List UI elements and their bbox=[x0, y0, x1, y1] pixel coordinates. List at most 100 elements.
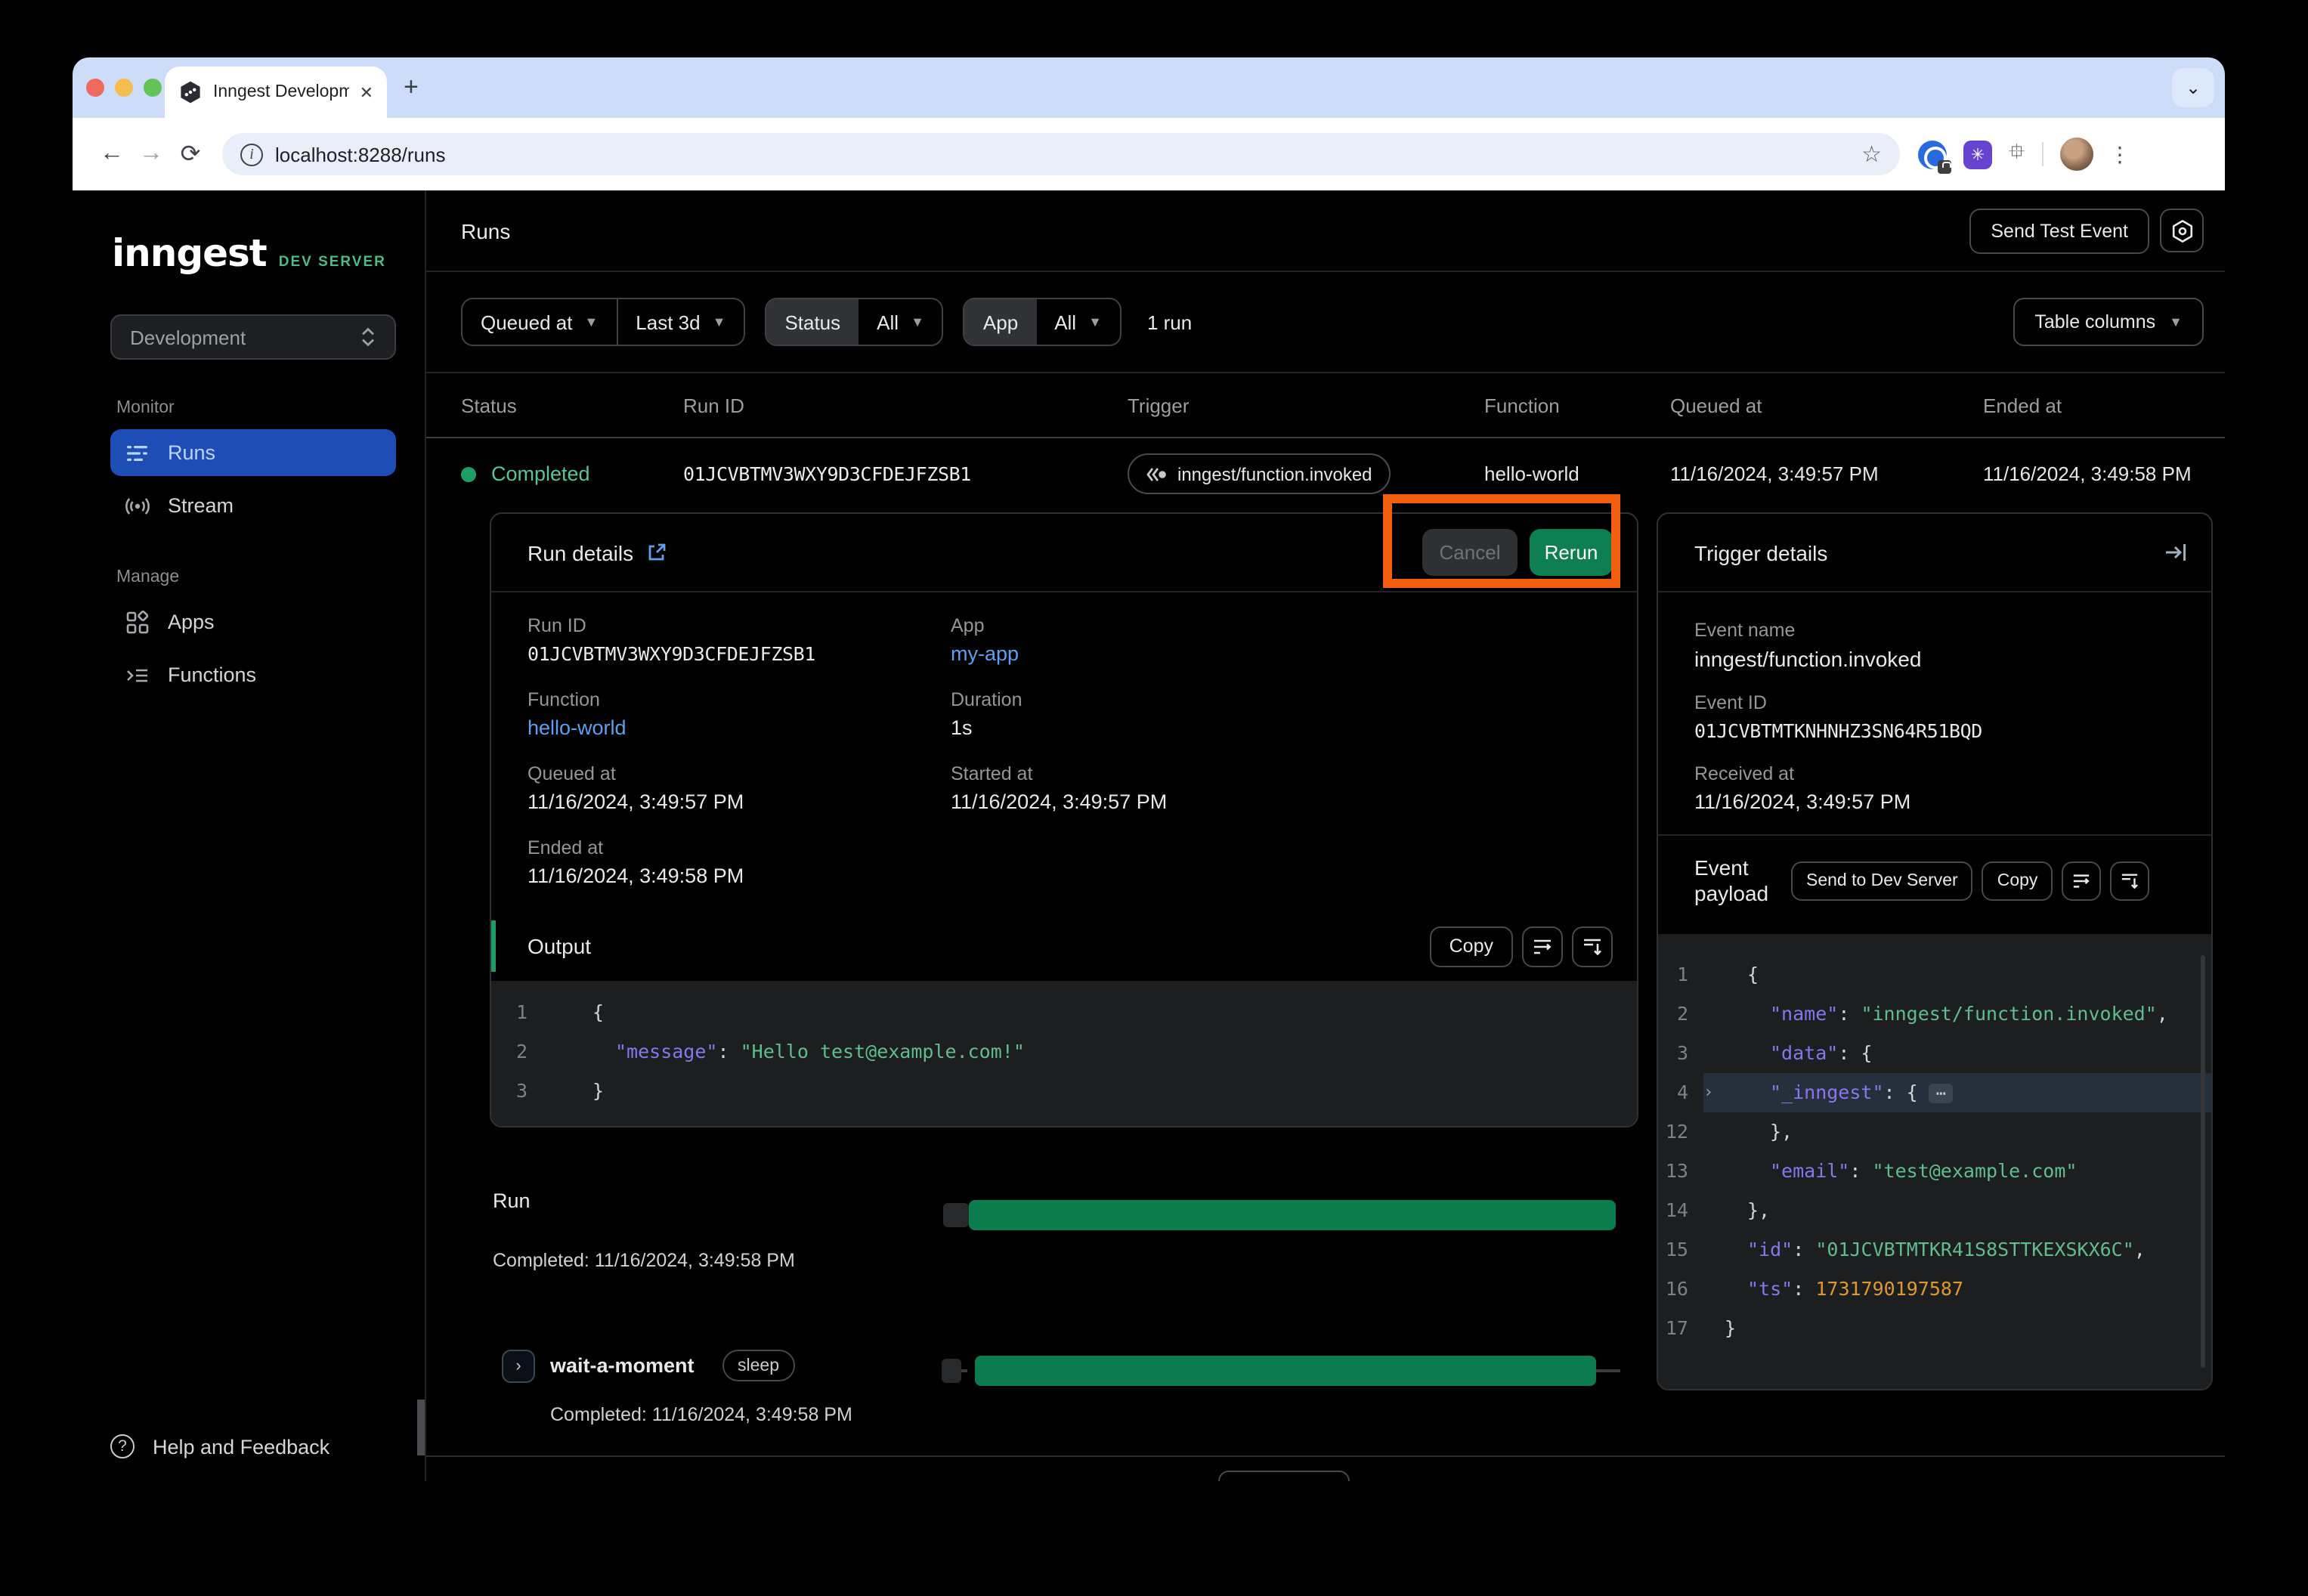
code-token: : bbox=[1793, 1277, 1815, 1300]
desktop: Inngest Development Server ✕ + ⌄ ← → ⟳ i… bbox=[0, 0, 2308, 1596]
password-manager-extension-icon[interactable] bbox=[1918, 140, 1947, 169]
trigger-fields: Event name inngest/function.invoked Even… bbox=[1658, 592, 2211, 834]
field-label: Ended at bbox=[527, 837, 951, 858]
sidebar-item-apps[interactable]: Apps bbox=[110, 598, 396, 645]
code-token: "name" bbox=[1770, 1002, 1838, 1025]
code-token: , bbox=[2157, 1002, 2168, 1025]
scroll-down-icon bbox=[2121, 871, 2139, 889]
logo-row: inngest DEV SERVER bbox=[112, 231, 425, 275]
browser-window: Inngest Development Server ✕ + ⌄ ← → ⟳ i… bbox=[73, 57, 2225, 1481]
app-filter-value[interactable]: All ▼ bbox=[1036, 299, 1120, 345]
line-number: 14 bbox=[1658, 1191, 1703, 1230]
sidebar-item-label: Apps bbox=[168, 611, 215, 633]
sidebar-item-label: Functions bbox=[168, 663, 256, 686]
detail-field: Started at11/16/2024, 3:49:57 PM bbox=[951, 763, 1601, 813]
line-number: 3 bbox=[491, 1072, 549, 1111]
detail-field: Run ID01JCVBTMV3WXY9D3CFDEJFZSB1 bbox=[527, 615, 951, 665]
code-token: } bbox=[1725, 1316, 1736, 1339]
sidebar-item-runs[interactable]: Runs bbox=[110, 429, 396, 476]
environment-selector[interactable]: Development bbox=[110, 314, 396, 360]
inngest-logo: inngest bbox=[112, 231, 267, 275]
code-token: }, bbox=[1770, 1120, 1793, 1143]
payload-copy-button[interactable]: Copy bbox=[1982, 861, 2053, 900]
run-details-title: Run details bbox=[527, 540, 633, 564]
tab-close-icon[interactable]: ✕ bbox=[360, 82, 373, 102]
back-icon[interactable]: ← bbox=[92, 141, 131, 168]
output-code[interactable]: 1{2"message": "Hello test@example.com!"3… bbox=[491, 981, 1637, 1126]
maximize-window-button[interactable] bbox=[144, 79, 162, 97]
new-tab-button[interactable]: + bbox=[404, 71, 419, 104]
scroll-to-bottom-button[interactable] bbox=[1572, 926, 1613, 967]
url-text[interactable]: localhost:8288/runs bbox=[275, 143, 1849, 165]
event-name-value: inngest/function.invoked bbox=[1694, 647, 2175, 671]
table-row[interactable]: Completed 01JCVBTMV3WXY9D3CFDEJFZSB1 inn… bbox=[426, 438, 2225, 509]
chevron-down-icon: ▼ bbox=[2169, 314, 2183, 329]
field-value: 11/16/2024, 3:49:58 PM bbox=[527, 865, 951, 887]
event-payload-code[interactable]: 1{2"name": "inngest/function.invoked",3"… bbox=[1658, 934, 2211, 1389]
bookmark-star-icon[interactable]: ☆ bbox=[1861, 141, 1882, 168]
timeline-run-label[interactable]: Run bbox=[493, 1189, 531, 1212]
output-copy-button[interactable]: Copy bbox=[1430, 926, 1513, 967]
step-duration-bar[interactable] bbox=[975, 1356, 1596, 1386]
field-value[interactable]: hello-world bbox=[527, 716, 951, 739]
line-number: 2 bbox=[491, 1032, 549, 1072]
word-wrap-button[interactable] bbox=[1522, 926, 1563, 967]
code-scrollbar[interactable] bbox=[2201, 955, 2205, 1368]
column-header: Status bbox=[461, 394, 683, 416]
send-to-dev-server-button[interactable]: Send to Dev Server bbox=[1791, 861, 1973, 900]
payload-scroll-to-bottom-button[interactable] bbox=[2110, 861, 2149, 900]
field-label: Run ID bbox=[527, 615, 951, 636]
help-and-feedback[interactable]: ? Help and Feedback bbox=[110, 1434, 329, 1458]
runs-icon bbox=[125, 441, 150, 465]
send-test-event-button[interactable]: Send Test Event bbox=[1969, 208, 2149, 253]
code-token: : bbox=[1838, 1002, 1861, 1025]
status-filter-value[interactable]: All ▼ bbox=[859, 299, 942, 345]
line-number: 1 bbox=[1658, 955, 1703, 994]
browser-tab[interactable]: Inngest Development Server ✕ bbox=[165, 66, 387, 118]
profile-avatar[interactable] bbox=[2059, 138, 2093, 171]
table-columns-button[interactable]: Table columns ▼ bbox=[2013, 298, 2204, 346]
event-payload-title: Event payload bbox=[1694, 855, 1782, 906]
status-cell: Completed bbox=[461, 462, 683, 485]
event-name-field: Event name inngest/function.invoked bbox=[1694, 620, 2175, 671]
sidebar-scrollbar-thumb[interactable] bbox=[417, 1400, 425, 1455]
site-info-icon[interactable]: i bbox=[240, 143, 263, 165]
tab-title: Inngest Development Server bbox=[213, 83, 349, 101]
tab-search-button[interactable]: ⌄ bbox=[2172, 68, 2214, 107]
forward-icon[interactable]: → bbox=[131, 141, 171, 168]
time-range-filter[interactable]: Last 3d ▼ bbox=[617, 299, 744, 345]
column-header: Queued at bbox=[1670, 394, 1983, 416]
trigger-details-title: Trigger details bbox=[1694, 540, 1827, 564]
event-icon bbox=[1146, 466, 1167, 481]
expand-step-button[interactable]: › bbox=[502, 1350, 535, 1383]
step-name[interactable]: wait-a-moment bbox=[550, 1354, 695, 1377]
payload-word-wrap-button[interactable] bbox=[2062, 861, 2101, 900]
code-token: ⋯ bbox=[1929, 1084, 1954, 1103]
browser-menu-icon[interactable]: ⋮ bbox=[2109, 141, 2130, 167]
collapse-chevron-icon[interactable]: › bbox=[1703, 1073, 1716, 1112]
window-controls bbox=[86, 79, 162, 97]
sidebar-item-stream[interactable]: Stream bbox=[110, 482, 396, 529]
gear-icon bbox=[2170, 218, 2194, 243]
address-bar[interactable]: i localhost:8288/runs ☆ bbox=[222, 133, 1900, 175]
queued-at-filter[interactable]: Queued at ▼ bbox=[463, 299, 616, 345]
code-token: , bbox=[2134, 1238, 2146, 1260]
toolbar-divider bbox=[2041, 142, 2043, 166]
settings-gear-button[interactable] bbox=[2160, 209, 2204, 252]
reload-icon[interactable]: ⟳ bbox=[171, 139, 210, 169]
minimize-window-button[interactable] bbox=[115, 79, 133, 97]
partially-visible-button[interactable] bbox=[1218, 1471, 1350, 1481]
collapse-panel-icon[interactable] bbox=[2164, 543, 2187, 562]
column-header: Function bbox=[1484, 394, 1670, 416]
run-duration-bar[interactable] bbox=[969, 1200, 1616, 1230]
close-window-button[interactable] bbox=[86, 79, 104, 97]
sidebar-section-manage: Manage bbox=[116, 568, 425, 586]
external-link-icon[interactable] bbox=[647, 543, 667, 562]
sidebar-item-functions[interactable]: Functions bbox=[110, 651, 396, 698]
extensions-puzzle-icon[interactable]: ⯐ bbox=[2009, 136, 2025, 172]
field-value[interactable]: my-app bbox=[951, 642, 1601, 665]
browser-toolbar: ← → ⟳ i localhost:8288/runs ☆ ✳ ⯐ ⋮ bbox=[73, 118, 2225, 190]
code-line[interactable]: 4›"_inngest": {⋯ bbox=[1658, 1073, 2211, 1112]
trigger-badge[interactable]: inngest/function.invoked bbox=[1128, 453, 1391, 494]
purple-extension-icon[interactable]: ✳ bbox=[1963, 140, 1992, 169]
